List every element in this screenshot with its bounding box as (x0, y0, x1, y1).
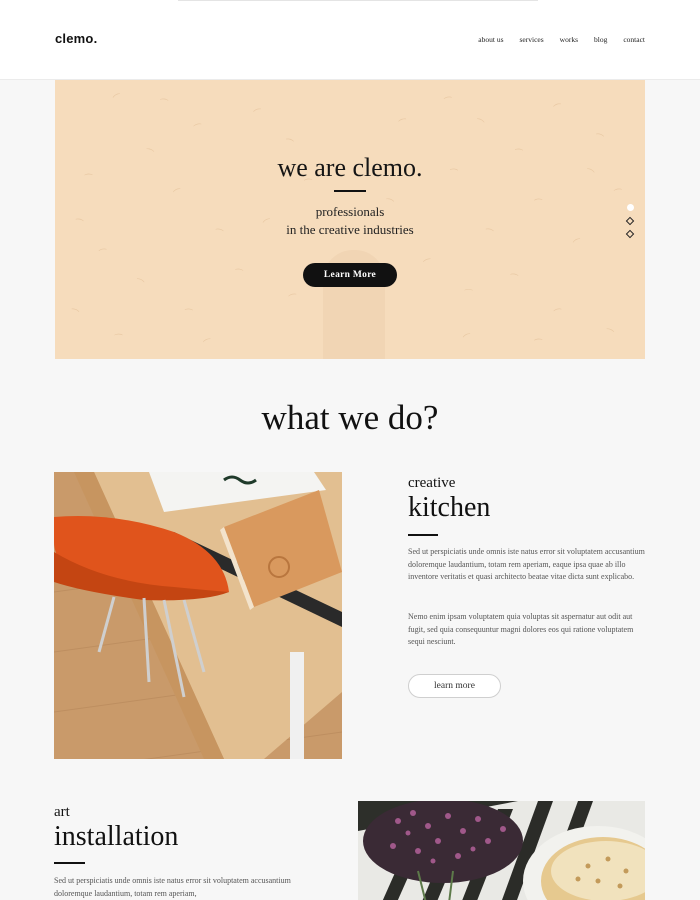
bird-silhouette: ⁀ (234, 268, 243, 280)
nav-item-works[interactable]: works (560, 35, 578, 44)
bird-silhouette: ⁀ (112, 92, 124, 106)
bird-silhouette: ⁀ (203, 338, 214, 351)
hero-banner: ⁀ ⁀ ⁀ ⁀ ⁀ ⁀ ⁀ ⁀ ⁀ ⁀ ⁀ ⁀ ⁀ ⁀ ⁀ ⁀ ⁀ ⁀ ⁀ ⁀ ⁀ ⁀ ⁀ ⁀ ⁀ ⁀ ⁀ ⁀ ⁀ ⁀ ⁀ ⁀ ⁀ ⁀ ⁀ ⁀ ⁀ ⁀ ⁀ ⁀… (55, 80, 645, 359)
installation-divider (54, 862, 85, 864)
bird-silhouette: ⁀ (444, 96, 453, 108)
hero-subtitle-line2: in the creative industries (286, 222, 414, 237)
bird-silhouette: ⁀ (184, 308, 193, 320)
slider-pagination (625, 204, 635, 239)
bird-silhouette: ⁀ (603, 328, 615, 341)
site-logo[interactable]: clemo. (55, 31, 97, 46)
bird-silhouette: ⁀ (465, 289, 473, 299)
bird-silhouette: ⁀ (159, 98, 168, 110)
kitchen-eyebrow: creative (408, 475, 456, 491)
bird-silhouette: ⁀ (614, 188, 623, 200)
bird-silhouette: ⁀ (534, 338, 543, 350)
desk-chair-illustration (54, 472, 342, 759)
bird-silhouette: ⁀ (114, 333, 123, 345)
kitchen-heading: kitchen (408, 492, 491, 523)
bird-silhouette: ⁀ (473, 117, 485, 131)
bird-silhouette: ⁀ (173, 187, 184, 201)
nav-item-about-us[interactable]: about us (478, 35, 503, 44)
installation-photo (358, 801, 645, 900)
kitchen-paragraph-1: Sed ut perspiciatis unde omnis iste natu… (408, 547, 645, 581)
hero-title: we are clemo. (277, 153, 423, 182)
slider-dot-2[interactable] (625, 216, 635, 226)
hero-subtitle-line1: professionals (315, 204, 385, 219)
header-top-line (178, 0, 538, 1)
plant-and-cake-illustration (358, 801, 645, 900)
nav-item-blog[interactable]: blog (594, 35, 607, 44)
bird-silhouette: ⁀ (423, 258, 434, 271)
kitchen-learn-more-button[interactable]: learn more (408, 674, 501, 698)
hero-learn-more-button[interactable]: Learn More (303, 263, 397, 287)
kitchen-photo (54, 472, 342, 759)
section-title: what we do? (261, 398, 439, 437)
bird-silhouette: ⁀ (398, 118, 409, 130)
bird-silhouette: ⁀ (593, 133, 604, 145)
installation-paragraph-1: Sed ut perspiciatis unde omnis iste natu… (54, 876, 291, 898)
hero-divider (334, 190, 366, 192)
kitchen-paragraph-2: Nemo enim ipsam voluptatem quia voluptas… (408, 612, 634, 646)
bird-silhouette: ⁀ (288, 293, 299, 305)
bird-silhouette: ⁀ (133, 277, 145, 291)
installation-heading: installation (54, 821, 179, 852)
nav-item-services[interactable]: services (520, 35, 544, 44)
slider-dot-3[interactable] (625, 229, 635, 239)
bird-silhouette: ⁀ (193, 123, 204, 135)
bird-silhouette: ⁀ (509, 273, 519, 285)
bird-silhouette: ⁀ (283, 138, 294, 150)
nav-item-contact[interactable]: contact (623, 35, 645, 44)
kitchen-divider (408, 534, 438, 536)
bird-silhouette: ⁀ (572, 237, 584, 251)
bird-silhouette: ⁀ (99, 248, 109, 260)
site-header: clemo. about us services works blog cont… (0, 0, 700, 80)
bird-silhouette: ⁀ (462, 332, 474, 346)
bird-silhouette: ⁀ (553, 308, 564, 320)
bird-silhouette: ⁀ (553, 103, 564, 115)
bird-silhouette: ⁀ (253, 108, 264, 120)
main-nav: about us services works blog contact (478, 35, 645, 44)
bird-silhouette: ⁀ (68, 308, 80, 321)
installation-eyebrow: art (54, 804, 70, 820)
slider-dot-1[interactable] (627, 204, 634, 211)
